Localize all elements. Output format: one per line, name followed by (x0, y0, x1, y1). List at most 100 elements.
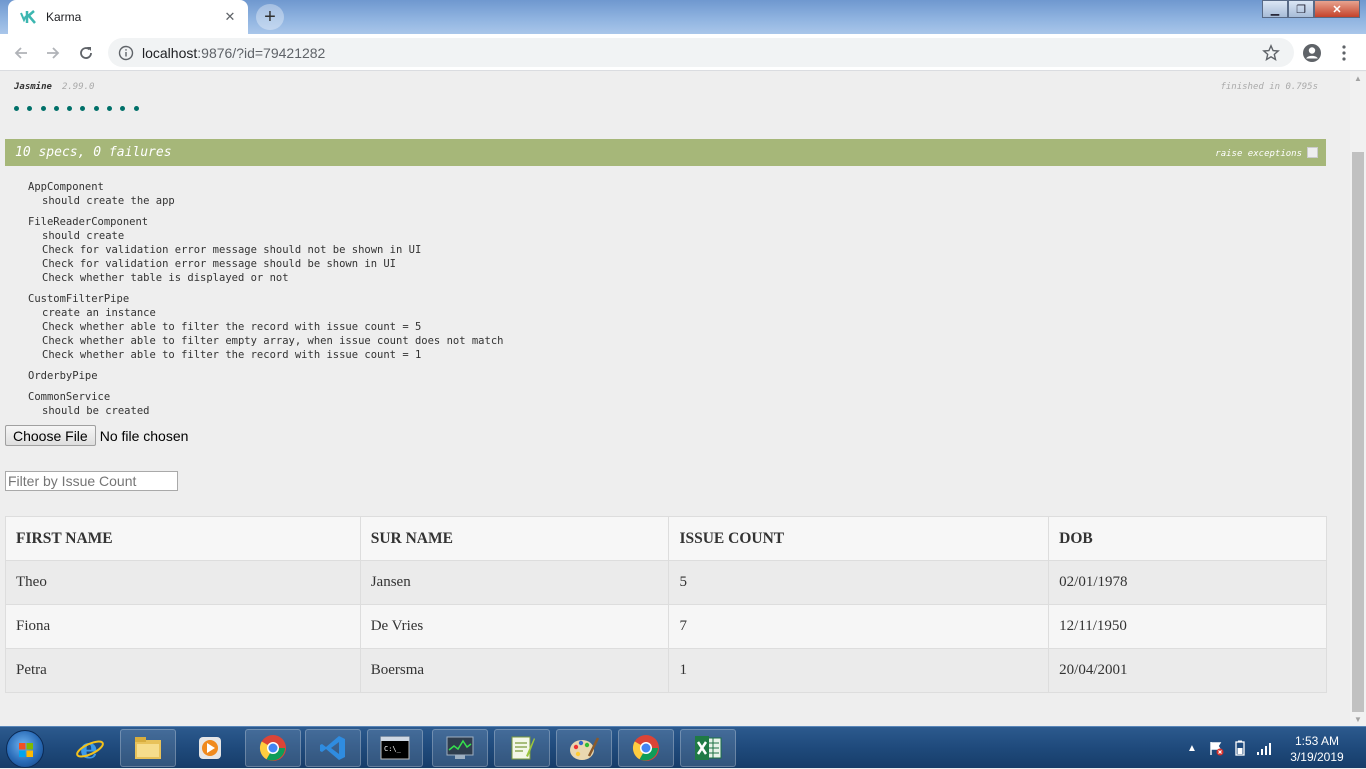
raise-exceptions-checkbox[interactable] (1307, 147, 1318, 158)
page-scrollbar[interactable]: ▲ ▼ (1350, 72, 1366, 726)
spec-name-link[interactable]: should be created (28, 404, 503, 418)
table-row: Fiona De Vries 7 12/11/1950 (5, 604, 1327, 649)
window-minimize-button[interactable]: ▁ (1262, 0, 1288, 18)
spec-passed-dot (14, 106, 19, 111)
url-text: localhost:9876/?id=79421282 (142, 45, 325, 61)
suite-name-link[interactable]: OrderbyPipe (28, 369, 503, 383)
battery-icon[interactable] (1232, 740, 1248, 756)
spec-passed-dot (120, 106, 126, 111)
tab-title: Karma (46, 10, 82, 24)
tab-close-icon[interactable]: ✕ (218, 5, 242, 29)
site-info-icon[interactable] (118, 45, 134, 61)
window-close-button[interactable]: ✕ (1314, 0, 1360, 18)
spec-summary-list: AppComponent should create the app FileRea… (28, 180, 503, 425)
windows-logo-icon (19, 743, 33, 757)
scroll-down-arrow-icon[interactable]: ▼ (1353, 715, 1363, 724)
jasmine-banner: Jasmine 2.99.0 (14, 82, 94, 92)
clock-date: 3/19/2019 (1290, 750, 1344, 764)
browser-title-bar: Karma ✕ + ▁ ❐ ✕ (0, 0, 1366, 34)
results-summary-bar: 10 specs, 0 failures raise exceptions (5, 139, 1326, 166)
column-header-sur-name[interactable]: SUR NAME (359, 516, 670, 561)
svg-text:C:\_: C:\_ (384, 745, 402, 753)
network-signal-icon[interactable] (1256, 740, 1272, 756)
cell-dob: 12/11/1950 (1048, 604, 1327, 649)
window-maximize-button[interactable]: ❐ (1288, 0, 1314, 18)
forward-arrow-icon[interactable] (40, 40, 66, 66)
visual-studio-code-icon[interactable] (305, 729, 361, 767)
spec-name-link[interactable]: should create the app (28, 194, 503, 208)
spec-passed-dot (133, 106, 139, 111)
cell-issue-count: 1 (668, 648, 1050, 693)
table-header-row: FIRST NAME SUR NAME ISSUE COUNT DOB (5, 516, 1327, 561)
spec-name-link[interactable]: Check for validation error message shoul… (28, 257, 503, 271)
spec-passed-dot (67, 106, 73, 111)
spec-name-link[interactable]: should create (28, 229, 503, 243)
cell-dob: 02/01/1978 (1048, 560, 1327, 605)
suite-group: AppComponent should create the app (28, 180, 503, 208)
address-bar[interactable]: localhost:9876/?id=79421282 (108, 38, 1294, 67)
issue-count-filter-input[interactable] (5, 471, 178, 491)
chrome-icon[interactable] (245, 729, 301, 767)
internet-explorer-icon[interactable]: e (62, 729, 118, 767)
browser-toolbar: localhost:9876/?id=79421282 (0, 34, 1366, 71)
paint-icon[interactable] (556, 729, 612, 767)
browser-tab-karma[interactable]: Karma ✕ (8, 0, 248, 34)
cell-sur-name: Boersma (359, 648, 670, 693)
suite-group: CustomFilterPipe create an instance Check … (28, 292, 503, 362)
url-host: localhost (142, 44, 198, 61)
system-tray: ▲ (1184, 727, 1280, 769)
chrome-menu-icon[interactable] (1333, 42, 1355, 64)
spec-name-link[interactable]: Check whether table is displayed or not (28, 271, 503, 285)
command-prompt-icon[interactable]: C:\_ (367, 729, 423, 767)
media-player-icon[interactable] (182, 729, 238, 767)
task-manager-icon[interactable] (432, 729, 488, 767)
url-path: :9876/?id=79421282 (197, 44, 326, 61)
column-header-dob[interactable]: DOB (1048, 516, 1327, 561)
column-header-first-name[interactable]: FIRST NAME (5, 516, 361, 561)
column-header-issue-count[interactable]: ISSUE COUNT (668, 516, 1050, 561)
spec-passed-dot (40, 106, 46, 111)
file-explorer-icon[interactable] (120, 729, 176, 767)
scrollbar-thumb[interactable] (1352, 152, 1364, 712)
spec-name-link[interactable]: create an instance (28, 306, 503, 320)
spec-name-link[interactable]: Check whether able to filter the record … (28, 320, 503, 334)
suite-name-link[interactable]: CustomFilterPipe (28, 292, 503, 306)
new-tab-button[interactable]: + (256, 4, 284, 30)
show-hidden-icons-icon[interactable]: ▲ (1184, 740, 1200, 756)
suite-name-link[interactable]: CommonService (28, 390, 503, 404)
jasmine-title: Jasmine (14, 82, 52, 92)
excel-icon[interactable] (680, 729, 736, 767)
raise-exceptions-label: raise exceptions (1215, 149, 1302, 159)
file-status-text: No file chosen (99, 427, 189, 444)
notepad-plus-plus-icon[interactable] (494, 729, 550, 767)
suite-name-link[interactable]: AppComponent (28, 180, 503, 194)
suite-group: OrderbyPipe (28, 369, 503, 383)
spec-passed-dot (53, 106, 59, 111)
choose-file-button[interactable]: Choose File (5, 425, 96, 446)
reload-icon[interactable] (73, 40, 99, 66)
action-center-flag-icon[interactable] (1208, 740, 1224, 756)
karma-favicon-icon (20, 9, 38, 25)
results-summary-text: 10 specs, 0 failures (15, 145, 172, 160)
profile-avatar-icon[interactable] (1301, 42, 1323, 64)
spec-result-dots (14, 106, 147, 111)
bookmark-star-icon[interactable] (1262, 44, 1280, 62)
start-orb[interactable] (6, 730, 44, 768)
cell-first-name: Fiona (5, 604, 361, 649)
spec-name-link[interactable]: Check whether able to filter empty array… (28, 334, 503, 348)
suite-group: FileReaderComponent should create Check fo… (28, 215, 503, 285)
back-arrow-icon[interactable] (8, 40, 34, 66)
cell-sur-name: De Vries (359, 604, 670, 649)
spec-passed-dot (107, 106, 113, 111)
spec-name-link[interactable]: Check whether able to filter the record … (28, 348, 503, 362)
scroll-up-arrow-icon[interactable]: ▲ (1353, 74, 1363, 83)
jasmine-version: 2.99.0 (61, 82, 95, 92)
clock-time: 1:53 AM (1294, 734, 1340, 748)
suite-group: CommonService should be created (28, 390, 503, 418)
chrome-icon[interactable] (618, 729, 674, 767)
page-content: Jasmine 2.99.0 finished in 0.795s 10 spec… (0, 72, 1350, 726)
suite-name-link[interactable]: FileReaderComponent (28, 215, 503, 229)
spec-name-link[interactable]: Check for validation error message shoul… (28, 243, 503, 257)
spec-passed-dot (27, 106, 33, 111)
taskbar-clock[interactable]: 1:53 AM 3/19/2019 (1282, 733, 1352, 765)
